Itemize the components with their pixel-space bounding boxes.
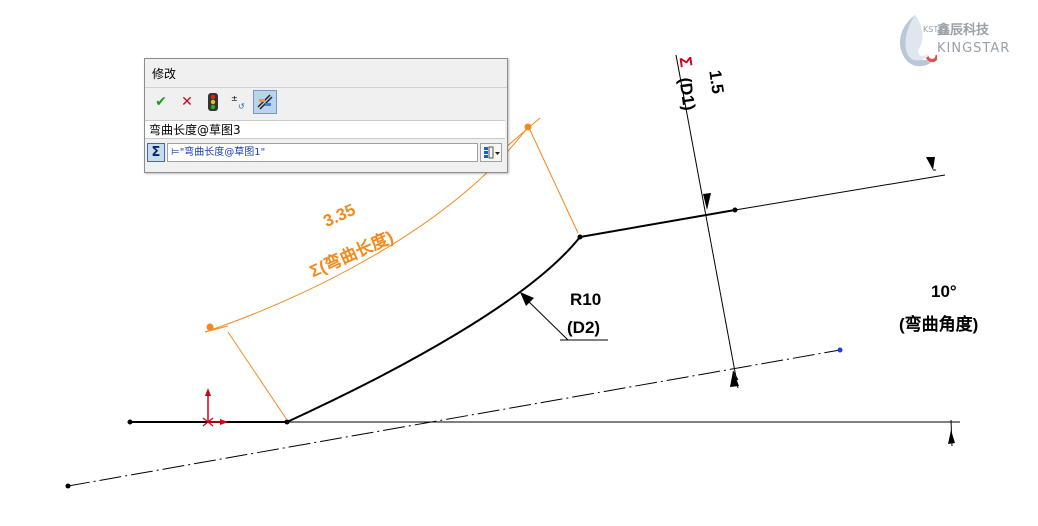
traffic-light-icon bbox=[208, 93, 218, 111]
centerline[interactable] bbox=[67, 349, 841, 487]
thickness-label: (D1) bbox=[675, 76, 699, 112]
mark-dimension-icon bbox=[257, 94, 273, 110]
angle-value[interactable]: 10° bbox=[931, 282, 957, 302]
checkmark-icon: ✔ bbox=[155, 94, 167, 110]
divider bbox=[145, 87, 507, 88]
logo-mark-icon bbox=[900, 15, 937, 67]
sketch-point[interactable] bbox=[127, 419, 133, 425]
extension-line-top bbox=[734, 174, 946, 211]
sketch-point[interactable] bbox=[732, 207, 738, 213]
radius-label[interactable]: (D2) bbox=[567, 318, 600, 338]
thickness-label-group[interactable]: 1.5 Σ (D1) bbox=[668, 50, 738, 120]
equation-list-icon bbox=[484, 146, 500, 159]
spin-increment-icon: ± ↺ bbox=[231, 94, 245, 111]
origin-icon bbox=[202, 388, 228, 427]
thickness-value: 1.5 bbox=[705, 68, 728, 95]
equation-input[interactable]: ⊨"弯曲长度@草图1" bbox=[167, 143, 478, 162]
sketch-point[interactable] bbox=[65, 483, 71, 489]
cancel-button[interactable]: ✕ bbox=[175, 90, 199, 114]
dimension-name-field[interactable]: 弯曲长度@草图3 bbox=[145, 120, 505, 139]
logo-english-text: KINGSTAR bbox=[937, 41, 1011, 56]
sketch-point-blue[interactable] bbox=[837, 347, 843, 353]
mark-dimension-button[interactable] bbox=[253, 90, 277, 114]
logo-chinese-text: 鑫辰科技 bbox=[937, 23, 990, 38]
svg-text:±: ± bbox=[231, 94, 238, 103]
equation-row: Σ ⊨"弯曲长度@草图1" bbox=[145, 143, 505, 163]
radius-value[interactable]: R10 bbox=[570, 290, 601, 310]
modify-dialog[interactable]: 修改 ✔ ✕ ± ↺ 弯曲长度@草图3 Σ ⊨"弯曲长度@草图1" bbox=[144, 58, 508, 173]
spin-increment-button[interactable]: ± ↺ bbox=[227, 90, 251, 114]
close-icon: ✕ bbox=[181, 94, 193, 110]
sigma-button[interactable]: Σ bbox=[147, 143, 165, 162]
thickness-sigma: Σ bbox=[675, 55, 696, 69]
ok-button[interactable]: ✔ bbox=[149, 90, 173, 114]
sketch-point[interactable] bbox=[284, 419, 290, 425]
angle-label[interactable]: (弯曲角度) bbox=[899, 310, 978, 335]
logo-kst-text: KST bbox=[923, 25, 939, 34]
kingstar-logo: KST 鑫辰科技 KINGSTAR bbox=[893, 13, 1033, 73]
equation-options-button[interactable] bbox=[480, 143, 502, 162]
sketch-flange-right[interactable] bbox=[579, 209, 736, 238]
dialog-title: 修改 bbox=[152, 67, 177, 81]
rebuild-button[interactable] bbox=[201, 90, 225, 114]
sketch-point[interactable] bbox=[577, 234, 583, 240]
svg-text:↺: ↺ bbox=[238, 102, 245, 111]
dialog-toolbar: ✔ ✕ ± ↺ bbox=[147, 90, 505, 116]
